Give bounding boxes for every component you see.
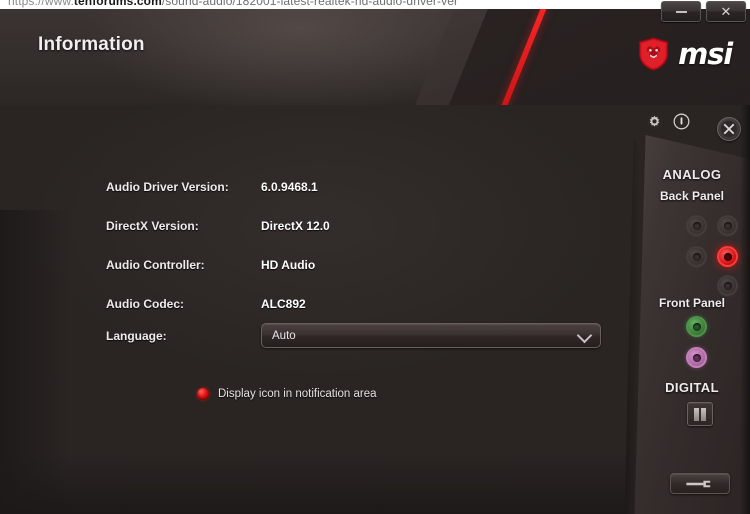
information-list: Audio Driver Version: 6.0.9468.1 DirectX…	[106, 167, 330, 323]
info-value: ALC892	[261, 296, 306, 311]
info-value: DirectX 12.0	[261, 218, 330, 233]
panel-close-button[interactable]	[717, 117, 741, 141]
notification-icon-toggle[interactable]: Display icon in notification area	[197, 388, 377, 400]
realtek-audio-console-window: https://www.tenforums.com/sound-audio/18…	[0, 0, 750, 514]
back-panel-title: Back Panel	[659, 189, 725, 203]
gear-icon[interactable]	[646, 113, 663, 130]
info-value: 6.0.9468.1	[261, 179, 318, 194]
connector-settings-button[interactable]	[670, 473, 730, 494]
analog-section-title: ANALOG	[662, 167, 722, 182]
info-label: DirectX Version:	[106, 218, 199, 233]
right-gutter	[740, 105, 750, 514]
info-label: Audio Controller:	[106, 257, 205, 272]
table-row: Audio Codec: ALC892	[106, 284, 330, 323]
app-header: Information msi	[0, 9, 750, 105]
spdif-port-icon	[694, 407, 706, 421]
minimize-button[interactable]	[661, 1, 701, 22]
info-value: HD Audio	[261, 257, 316, 272]
language-label: Language:	[106, 328, 167, 343]
msi-dragon-shield-icon	[639, 37, 669, 71]
back-jack-2[interactable]	[717, 215, 738, 236]
device-panel: ANALOG Back Panel Front Panel DIGITAL	[618, 105, 750, 514]
url-scheme: https://www.	[8, 0, 74, 8]
front-jack-mic[interactable]	[686, 347, 707, 368]
info-icon[interactable]	[673, 113, 690, 130]
plug-icon	[686, 480, 711, 487]
notification-toggle-label: Display icon in notification area	[218, 388, 377, 400]
chevron-down-icon	[576, 327, 593, 344]
browser-url-text: https://www.tenforums.com/sound-audio/18…	[8, 0, 458, 8]
table-row: Audio Controller: HD Audio	[106, 245, 330, 284]
url-path: /sound-audio/182001-latest-realtek-hd-au…	[161, 0, 459, 8]
toggle-indicator-icon	[197, 388, 209, 400]
page-title: Information	[38, 34, 145, 55]
language-row: Language: Auto	[106, 323, 606, 348]
close-button[interactable]: ✕	[706, 1, 746, 22]
back-jack-4[interactable]	[717, 246, 738, 267]
front-jack-lineout[interactable]	[686, 316, 707, 337]
window-controls: ✕	[661, 1, 746, 22]
msi-wordmark: msi	[678, 37, 733, 71]
digital-section-title: DIGITAL	[665, 380, 719, 395]
info-label: Audio Codec:	[106, 296, 184, 311]
digital-spdif-port[interactable]	[687, 402, 713, 426]
close-circle-icon	[719, 119, 739, 139]
browser-url-bar[interactable]: https://www.tenforums.com/sound-audio/18…	[0, 0, 750, 9]
close-icon: ✕	[720, 4, 732, 19]
msi-logo: msi	[638, 37, 733, 71]
left-vignette	[0, 210, 70, 514]
back-jack-3[interactable]	[686, 246, 707, 267]
info-label: Audio Driver Version:	[106, 179, 229, 194]
url-domain: tenforums.com	[73, 0, 162, 8]
back-jack-1[interactable]	[686, 215, 707, 236]
back-jack-5[interactable]	[717, 275, 738, 296]
panel-toolbar	[646, 113, 690, 130]
minimize-icon	[675, 10, 687, 13]
language-select[interactable]: Auto	[261, 323, 601, 348]
table-row: DirectX Version: DirectX 12.0	[106, 206, 330, 245]
language-selected-value: Auto	[272, 329, 296, 342]
table-row: Audio Driver Version: 6.0.9468.1	[106, 167, 330, 206]
front-panel-title: Front Panel	[658, 296, 725, 310]
